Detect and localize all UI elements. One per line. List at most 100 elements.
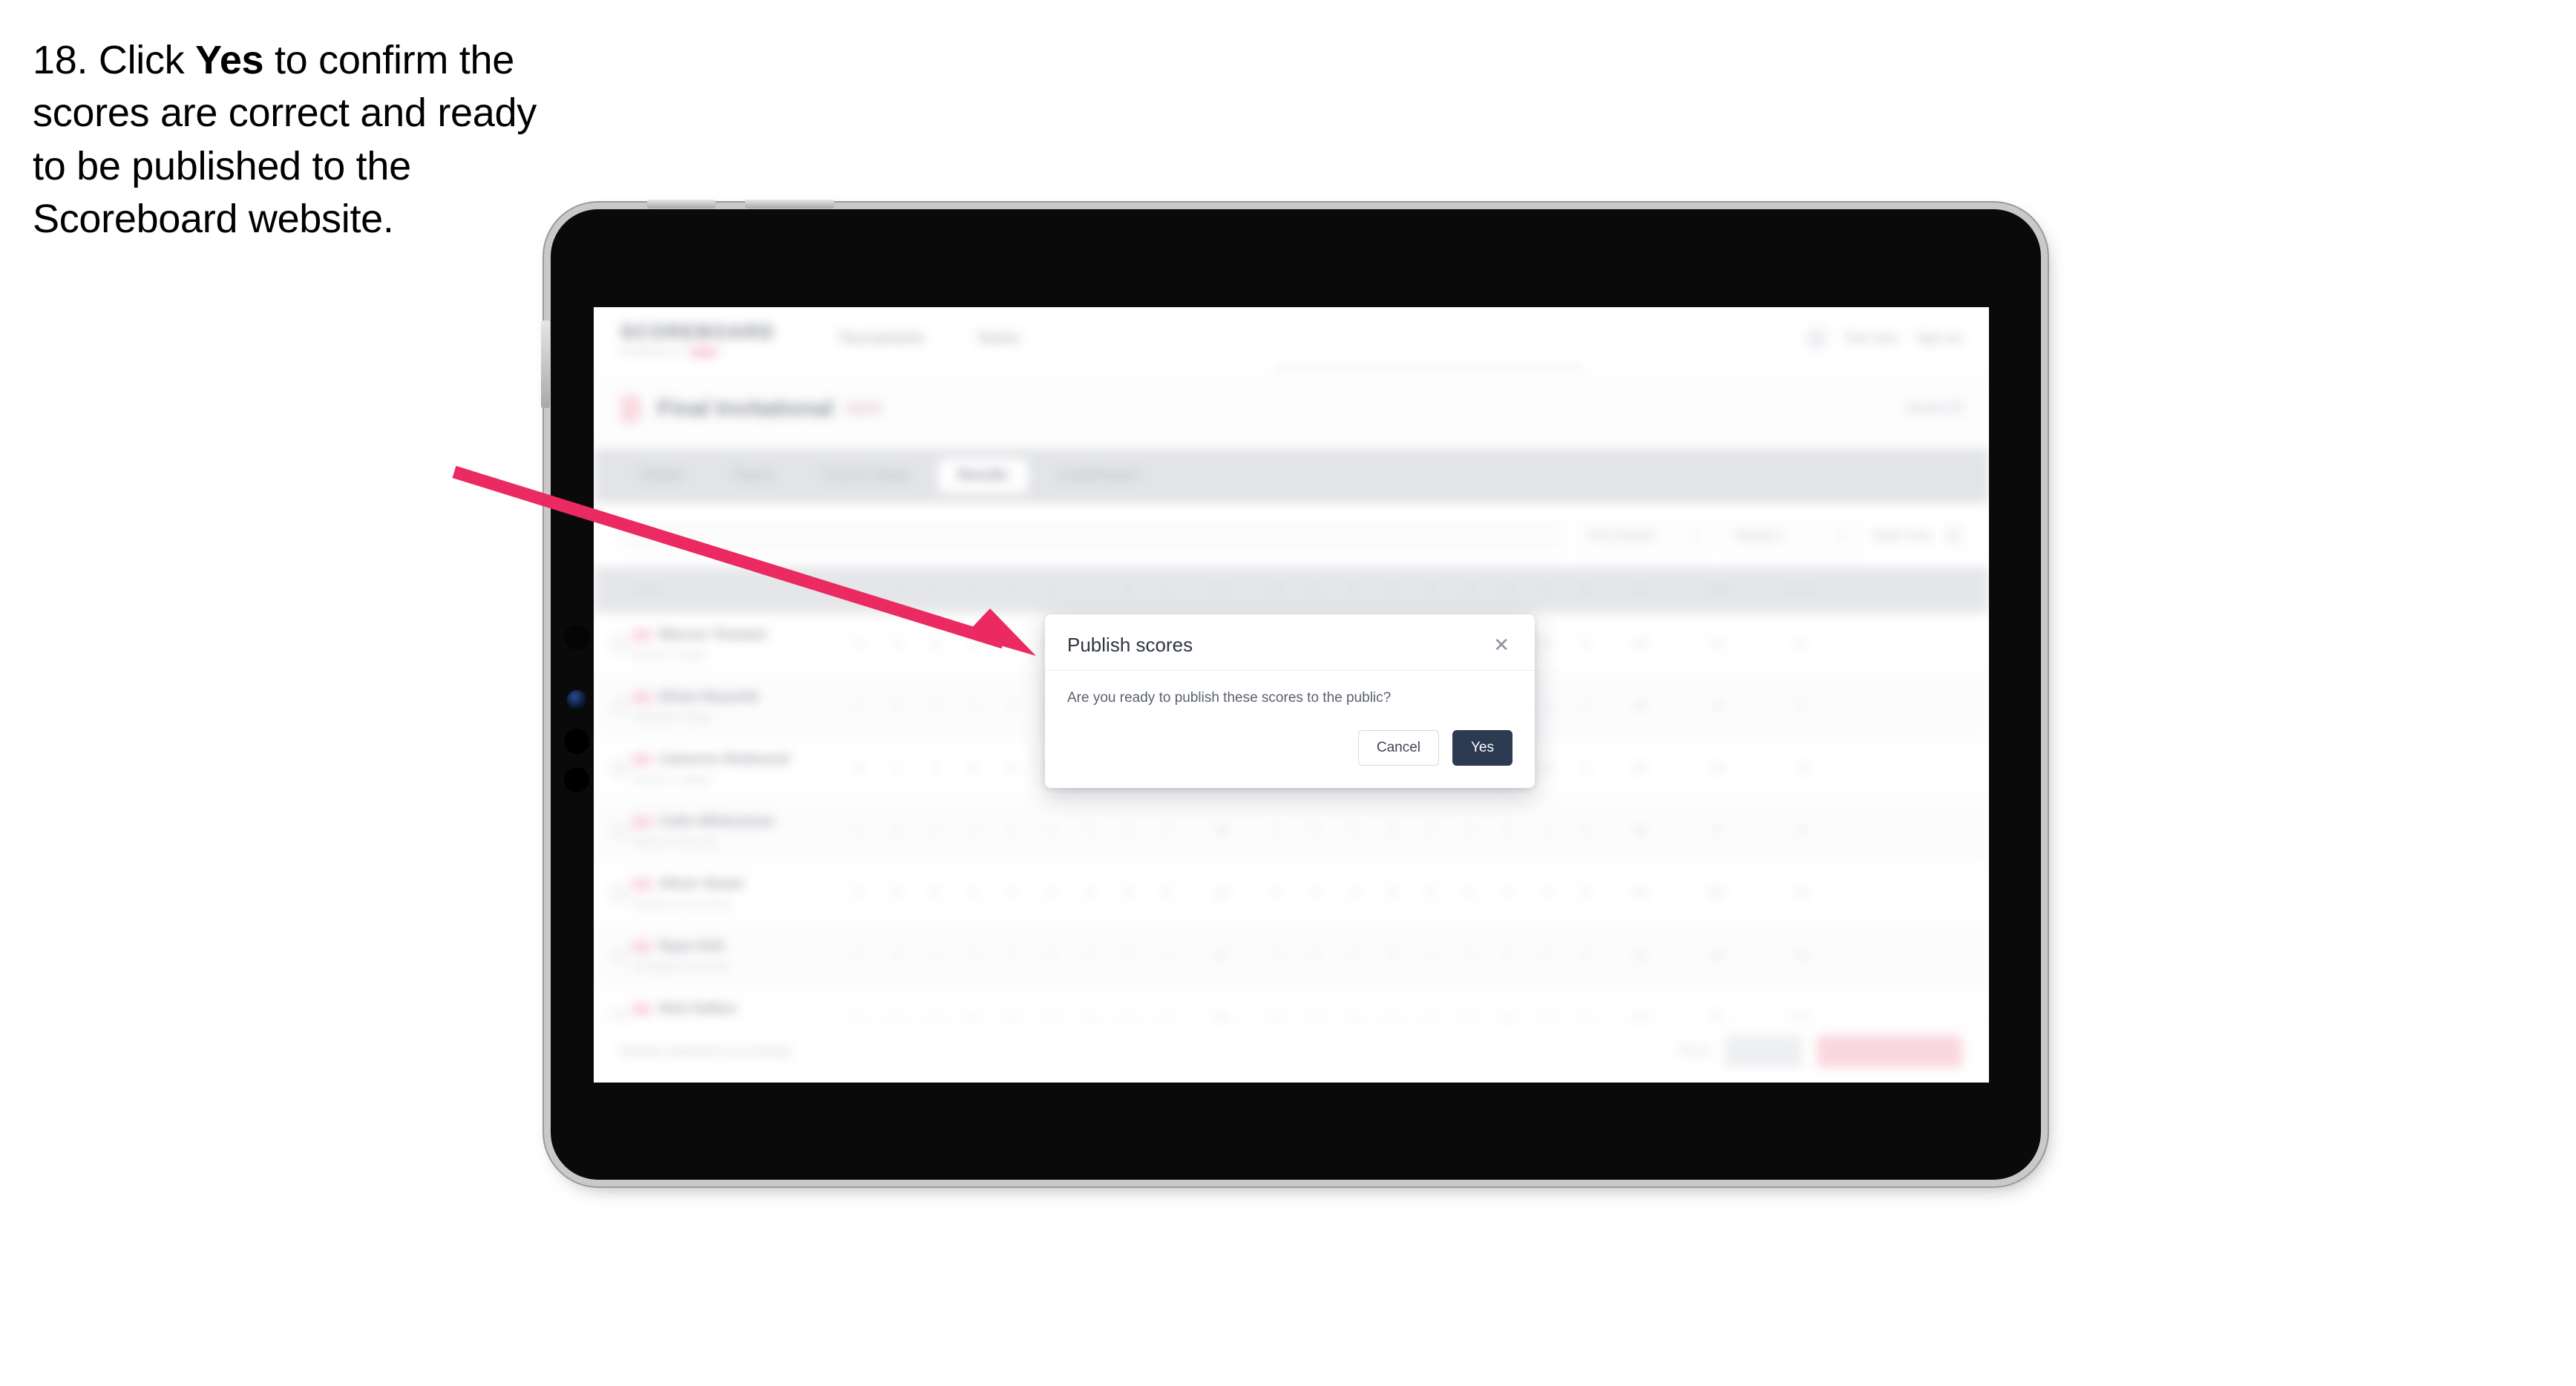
avatar[interactable] <box>1806 328 1827 349</box>
score-cell-h12[interactable]: 3 <box>1334 862 1373 924</box>
score-cell-out[interactable]: 39 <box>1186 800 1257 861</box>
score-cell-score[interactable]: +8 <box>1759 862 1842 924</box>
score-cell-h17[interactable]: 4 <box>1527 800 1566 861</box>
score-cell-total[interactable]: 80 <box>1676 862 1759 924</box>
nav-item-tournaments[interactable]: Tournaments <box>839 330 925 347</box>
score-cell-h5[interactable]: 4 <box>993 738 1032 799</box>
volume-down-button[interactable] <box>745 200 834 208</box>
score-cell-h15[interactable]: 5 <box>1450 862 1489 924</box>
score-cell-score[interactable]: +5 <box>1759 800 1842 861</box>
tab-course-setup[interactable]: Course Setup <box>803 459 928 493</box>
score-cell-h14[interactable]: 4 <box>1412 924 1450 986</box>
score-cell-h3[interactable]: 4 <box>916 800 954 861</box>
score-cell-h8[interactable]: 5 <box>1109 862 1147 924</box>
row-checkbox[interactable] <box>610 821 629 841</box>
score-cell-h14[interactable]: 4 <box>1412 862 1450 924</box>
score-cell-h8[interactable]: 5 <box>1109 924 1147 986</box>
score-cell-h4[interactable]: 5 <box>954 924 993 986</box>
score-cell-h18[interactable]: 4 <box>1566 675 1605 737</box>
tab-teams[interactable]: Teams <box>712 459 793 493</box>
score-cell-h5[interactable]: 4 <box>993 675 1032 737</box>
settings-icon[interactable] <box>1944 527 1962 545</box>
score-cell-h5[interactable]: 4 <box>993 613 1032 674</box>
score-cell-h4[interactable]: 5 <box>954 613 993 674</box>
score-cell-h7[interactable]: 3 <box>1070 862 1109 924</box>
score-cell-h4[interactable]: 5 <box>954 862 993 924</box>
score-cell-h5[interactable]: 5 <box>993 924 1032 986</box>
score-cell-h2[interactable]: 5 <box>877 924 916 986</box>
tab-details[interactable]: Details <box>620 459 702 493</box>
score-cell-in[interactable]: 38 <box>1605 800 1676 861</box>
score-cell-h17[interactable]: 5 <box>1527 924 1566 986</box>
score-cell-score[interactable]: +1 <box>1759 675 1842 737</box>
round-select-2[interactable]: Round 1 ▼ <box>1724 519 1858 553</box>
cancel-button[interactable]: Cancel <box>1357 730 1439 766</box>
score-cell-h8[interactable]: 5 <box>1109 800 1147 861</box>
score-cell-h18[interactable]: 4 <box>1566 613 1605 674</box>
score-cell-h17[interactable]: 4 <box>1527 862 1566 924</box>
score-cell-h2[interactable]: 4 <box>877 613 916 674</box>
score-cell-h3[interactable]: 4 <box>916 862 954 924</box>
score-cell-h2[interactable]: 5 <box>877 675 916 737</box>
score-cell-h5[interactable]: 4 <box>993 862 1032 924</box>
score-cell-h13[interactable]: 5 <box>1373 800 1412 861</box>
score-cell-h10[interactable]: 4 <box>1257 800 1296 861</box>
table-row[interactable]: Colin Whitestone Hillcrest University 4 5 4 5… <box>594 800 1989 862</box>
row-checkbox[interactable] <box>610 696 629 716</box>
score-cell-h6[interactable]: 5 <box>1032 800 1070 861</box>
score-cell-h2[interactable]: 5 <box>877 800 916 861</box>
round-select-1[interactable]: First Round ▼ <box>1577 519 1711 553</box>
search-input[interactable] <box>620 519 1564 552</box>
score-cell-h11[interactable]: 5 <box>1296 862 1334 924</box>
score-cell-h16[interactable]: 4 <box>1489 924 1527 986</box>
volume-up-button[interactable] <box>647 200 715 208</box>
score-cell-total[interactable]: 77 <box>1676 800 1759 861</box>
score-cell-h3[interactable]: 3 <box>916 738 954 799</box>
score-cell-h10[interactable]: 5 <box>1257 924 1296 986</box>
close-icon[interactable]: ✕ <box>1490 634 1513 656</box>
score-cell-h18[interactable]: 5 <box>1566 924 1605 986</box>
publish-to-scoreboard-button[interactable] <box>1817 1034 1962 1068</box>
score-cell-h13[interactable]: 5 <box>1373 924 1412 986</box>
score-cell-h6[interactable]: 5 <box>1032 862 1070 924</box>
score-cell-in[interactable]: 40 <box>1605 862 1676 924</box>
score-cell-h1[interactable]: 5 <box>839 924 877 986</box>
score-cell-h15[interactable]: 5 <box>1450 924 1489 986</box>
score-cell-in[interactable]: 42 <box>1605 924 1676 986</box>
power-button[interactable] <box>541 321 550 408</box>
score-cell-score[interactable]: +3 <box>1759 738 1842 799</box>
score-cell-h3[interactable]: 4 <box>916 924 954 986</box>
score-cell-h1[interactable]: 4 <box>839 675 877 737</box>
score-cell-h3[interactable]: 3 <box>916 675 954 737</box>
yes-button[interactable]: Yes <box>1452 730 1513 766</box>
score-cell-h18[interactable]: 5 <box>1566 800 1605 861</box>
table-row[interactable]: Oliver Stuart Westbrook University 5 5 4 5 4 5 3… <box>594 862 1989 924</box>
row-checkbox[interactable] <box>610 634 629 654</box>
score-cell-total[interactable]: 84 <box>1676 924 1759 986</box>
score-cell-h1[interactable]: 4 <box>839 800 877 861</box>
score-cell-h12[interactable]: 4 <box>1334 924 1373 986</box>
score-cell-in[interactable]: 36 <box>1605 613 1676 674</box>
save-all-button[interactable] <box>1725 1034 1802 1068</box>
score-cell-h6[interactable]: 5 <box>1032 924 1070 986</box>
score-cell-h7[interactable]: 3 <box>1070 800 1109 861</box>
score-cell-total[interactable]: 72 <box>1676 613 1759 674</box>
score-cell-h15[interactable]: 5 <box>1450 800 1489 861</box>
score-cell-in[interactable]: 36 <box>1605 675 1676 737</box>
score-cell-h18[interactable]: 5 <box>1566 862 1605 924</box>
sign-out-link[interactable]: Sign out <box>1916 331 1962 346</box>
score-cell-h9[interactable]: 4 <box>1147 924 1186 986</box>
score-cell-in[interactable]: 37 <box>1605 738 1676 799</box>
nav-item-teams[interactable]: Teams <box>976 330 1020 347</box>
row-checkbox[interactable] <box>610 883 629 903</box>
score-cell-total[interactable]: 73 <box>1676 675 1759 737</box>
row-checkbox[interactable] <box>610 945 629 965</box>
score-cell-out[interactable]: 42 <box>1186 924 1257 986</box>
score-cell-score[interactable]: +12 <box>1759 924 1842 986</box>
score-cell-h10[interactable]: 5 <box>1257 862 1296 924</box>
row-checkbox[interactable] <box>610 758 629 778</box>
score-cell-h9[interactable]: 4 <box>1147 862 1186 924</box>
score-cell-h11[interactable]: 5 <box>1296 800 1334 861</box>
score-cell-h2[interactable]: 4 <box>877 738 916 799</box>
score-cell-total[interactable]: 75 <box>1676 738 1759 799</box>
